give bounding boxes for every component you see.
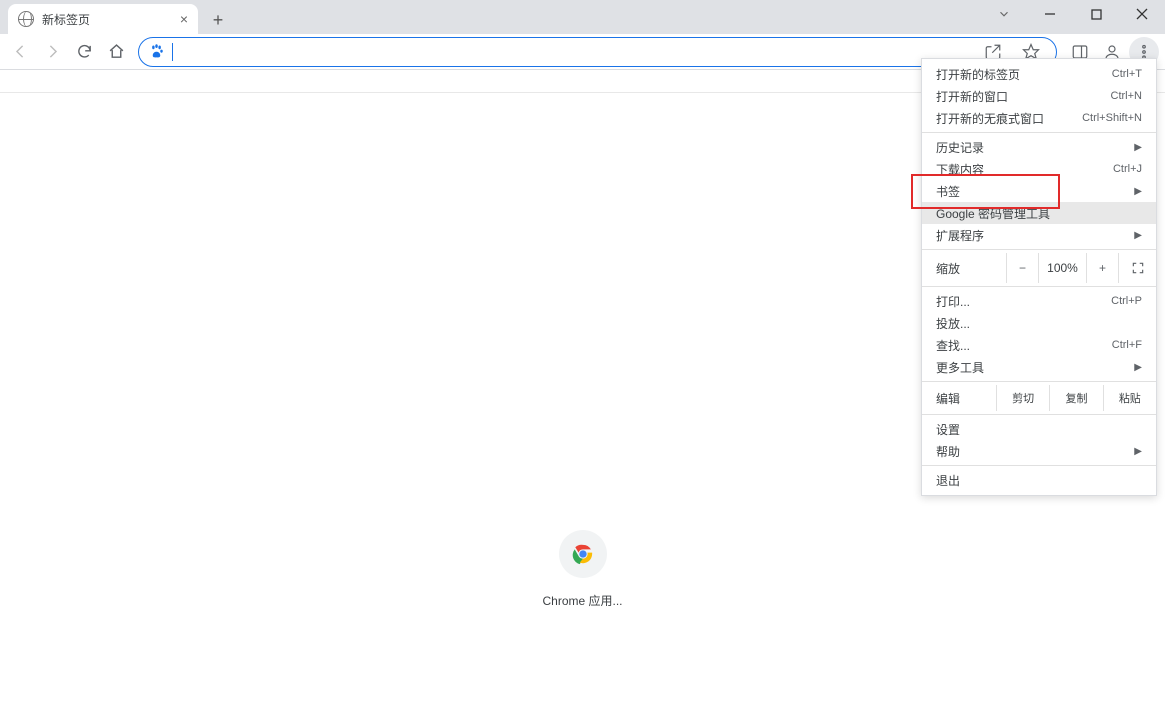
close-icon[interactable]: ×	[180, 11, 188, 27]
omnibox-input[interactable]	[181, 44, 970, 60]
menu-shortcut: Ctrl+T	[1112, 68, 1142, 80]
menu-print[interactable]: 打印... Ctrl+P	[922, 290, 1156, 312]
fullscreen-button[interactable]	[1118, 253, 1156, 283]
zoom-value: 100%	[1038, 253, 1086, 283]
menu-label: 查找...	[936, 337, 970, 354]
window-controls	[981, 0, 1165, 28]
zoom-in-button[interactable]: +	[1086, 253, 1118, 283]
menu-zoom-row: 缩放 − 100% +	[922, 253, 1156, 283]
chevron-right-icon: ▶	[1134, 186, 1142, 197]
menu-label: 编辑	[922, 390, 996, 407]
menu-separator	[922, 286, 1156, 287]
edit-cut-button[interactable]: 剪切	[996, 385, 1049, 411]
menu-label: 下载内容	[936, 161, 984, 178]
back-button[interactable]	[6, 38, 34, 66]
menu-label: 更多工具	[936, 359, 984, 376]
new-tab-button[interactable]: +	[204, 6, 232, 34]
chevron-right-icon: ▶	[1134, 362, 1142, 373]
menu-shortcut: Ctrl+F	[1112, 339, 1142, 351]
menu-label: 打印...	[936, 293, 970, 310]
menu-help[interactable]: 帮助 ▶	[922, 440, 1156, 462]
forward-button[interactable]	[38, 38, 66, 66]
shortcut-chrome-apps[interactable]: Chrome 应用...	[542, 530, 622, 609]
menu-label: 书签	[936, 183, 960, 200]
menu-history[interactable]: 历史记录 ▶	[922, 136, 1156, 158]
menu-shortcut: Ctrl+J	[1113, 163, 1142, 175]
chevron-right-icon: ▶	[1134, 230, 1142, 241]
menu-label: 投放...	[936, 315, 970, 332]
menu-shortcut: Ctrl+N	[1111, 90, 1142, 102]
menu-new-incognito[interactable]: 打开新的无痕式窗口 Ctrl+Shift+N	[922, 107, 1156, 129]
menu-cast[interactable]: 投放...	[922, 312, 1156, 334]
chevron-right-icon: ▶	[1134, 142, 1142, 153]
zoom-out-button[interactable]: −	[1006, 253, 1038, 283]
reload-button[interactable]	[70, 38, 98, 66]
tab-title: 新标签页	[42, 11, 90, 28]
menu-bookmarks[interactable]: 书签 ▶	[922, 180, 1156, 202]
menu-label: 退出	[936, 472, 960, 489]
menu-label: 历史记录	[936, 139, 984, 156]
menu-separator	[922, 249, 1156, 250]
baidu-paw-icon	[149, 43, 164, 61]
menu-label: 缩放	[922, 260, 1006, 277]
menu-downloads[interactable]: 下载内容 Ctrl+J	[922, 158, 1156, 180]
menu-find[interactable]: 查找... Ctrl+F	[922, 334, 1156, 356]
menu-edit-row: 编辑 剪切 复制 粘贴	[922, 385, 1156, 411]
menu-settings[interactable]: 设置	[922, 418, 1156, 440]
menu-label: 设置	[936, 421, 960, 438]
tab-newtab[interactable]: 新标签页 ×	[8, 4, 198, 34]
menu-label: 帮助	[936, 443, 960, 460]
window-chevron-icon[interactable]	[981, 0, 1027, 28]
menu-label: 打开新的窗口	[936, 88, 1008, 105]
menu-separator	[922, 414, 1156, 415]
menu-separator	[922, 465, 1156, 466]
menu-password-manager[interactable]: Google 密码管理工具	[922, 202, 1156, 224]
menu-separator	[922, 132, 1156, 133]
chrome-menu: 打开新的标签页 Ctrl+T 打开新的窗口 Ctrl+N 打开新的无痕式窗口 C…	[921, 58, 1157, 496]
home-button[interactable]	[102, 38, 130, 66]
window-minimize-button[interactable]	[1027, 0, 1073, 28]
menu-shortcut: Ctrl+Shift+N	[1082, 112, 1142, 124]
menu-shortcut: Ctrl+P	[1111, 295, 1142, 307]
window-maximize-button[interactable]	[1073, 0, 1119, 28]
menu-new-tab[interactable]: 打开新的标签页 Ctrl+T	[922, 63, 1156, 85]
menu-label: Google 密码管理工具	[936, 205, 1050, 222]
address-bar[interactable]	[138, 37, 1057, 67]
menu-extensions[interactable]: 扩展程序 ▶	[922, 224, 1156, 246]
menu-exit[interactable]: 退出	[922, 469, 1156, 491]
menu-new-window[interactable]: 打开新的窗口 Ctrl+N	[922, 85, 1156, 107]
menu-separator	[922, 381, 1156, 382]
text-cursor	[172, 43, 173, 61]
chevron-right-icon: ▶	[1134, 446, 1142, 457]
globe-icon	[18, 11, 34, 27]
edit-paste-button[interactable]: 粘贴	[1103, 385, 1156, 411]
edit-copy-button[interactable]: 复制	[1049, 385, 1102, 411]
menu-label: 打开新的无痕式窗口	[936, 110, 1044, 127]
menu-label: 扩展程序	[936, 227, 984, 244]
menu-label: 打开新的标签页	[936, 66, 1020, 83]
chrome-apps-icon	[559, 530, 607, 578]
shortcut-label: Chrome 应用...	[542, 592, 622, 609]
window-close-button[interactable]	[1119, 0, 1165, 28]
menu-more-tools[interactable]: 更多工具 ▶	[922, 356, 1156, 378]
